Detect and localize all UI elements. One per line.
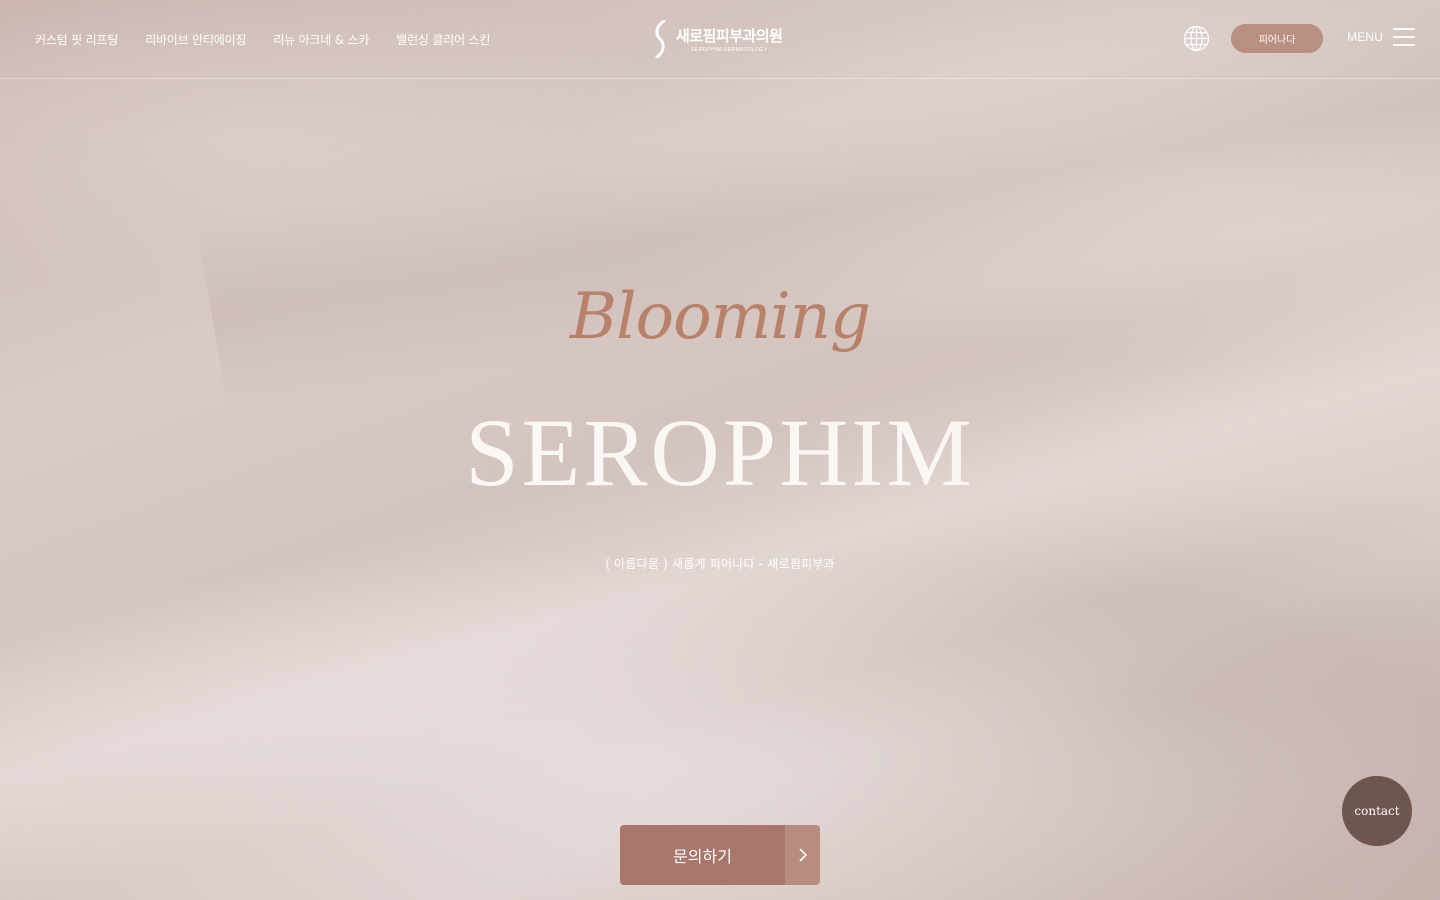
logo-text: 새로핌피부과의원 SEROPHIM DERMATOLOGY: [676, 25, 783, 53]
chevron-right-icon: [785, 825, 820, 885]
main-nav: 커스텀 핏 리프팅 리바이브 안티에이징 리뉴 아크네 & 스카 밸런싱 클리어…: [35, 31, 490, 48]
contact-button[interactable]: contact: [1342, 776, 1412, 846]
hero-brand-title: SEROPHIM: [465, 399, 975, 506]
menu-label: MENU: [1347, 30, 1384, 44]
logo-name-korean: 새로핌피부과의원: [676, 27, 783, 45]
nav-item-custom-fit-lifting[interactable]: 커스텀 핏 리프팅: [35, 31, 118, 48]
logo-name-english: SEROPHIM DERMATOLOGY: [690, 47, 768, 53]
hero-script-title: Blooming: [570, 280, 871, 354]
nav-item-revive-antiaging[interactable]: 리바이브 안티에이징: [145, 31, 246, 48]
logo-mark-icon: [655, 20, 666, 58]
nav-item-balancing-clear-skin[interactable]: 밸런싱 클리어 스킨: [396, 31, 490, 48]
menu-button[interactable]: MENU: [1347, 28, 1416, 46]
hero-tagline: ( 아름다움 ) 새롭게 피어나다 - 새로핌피부과: [605, 557, 835, 571]
globe-icon[interactable]: [1183, 25, 1210, 52]
site-header: 커스텀 핏 리프팅 리바이브 안티에이징 리뉴 아크네 & 스카 밸런싱 클리어…: [0, 0, 1440, 79]
inquiry-button-label: 문의하기: [620, 825, 785, 885]
nav-item-renew-acne-scar[interactable]: 리뉴 아크네 & 스카: [273, 31, 369, 48]
bloom-button[interactable]: 피어나다: [1231, 24, 1323, 53]
hamburger-icon: [1393, 28, 1416, 46]
site-logo[interactable]: 새로핌피부과의원 SEROPHIM DERMATOLOGY: [654, 20, 783, 58]
inquiry-button[interactable]: 문의하기: [620, 825, 820, 885]
